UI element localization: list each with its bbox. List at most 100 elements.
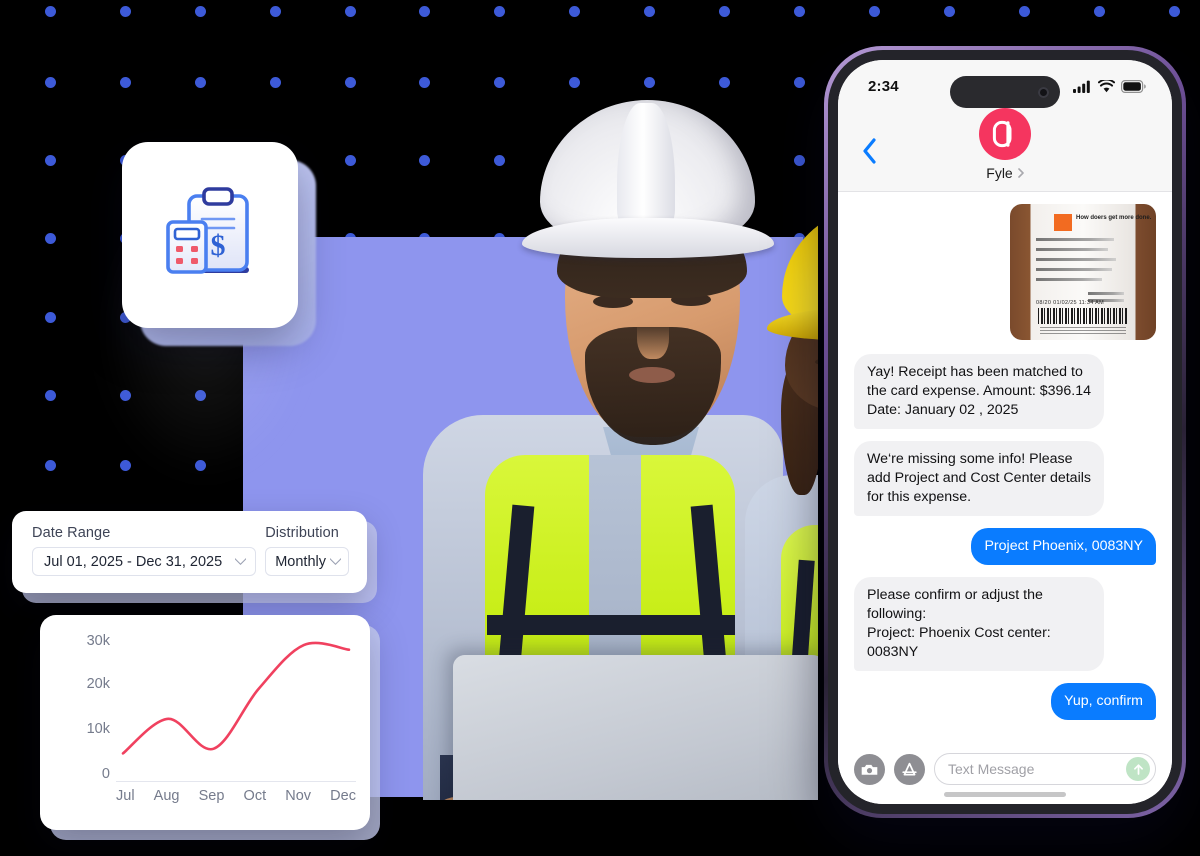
camera-icon[interactable] [854, 753, 885, 785]
worker-male-nose [637, 307, 669, 359]
background-dot [1019, 6, 1030, 17]
chart-plot-area [116, 629, 356, 781]
expense-report-calculator-icon: $ [166, 187, 249, 274]
back-chevron-icon[interactable] [862, 138, 876, 164]
chart-y-tick-label: 20k [86, 676, 110, 692]
chart-x-tick-label: Jul [116, 788, 135, 804]
send-arrow-icon[interactable] [1126, 757, 1150, 781]
cellular-signal-icon [1073, 80, 1090, 93]
chart-x-tick-label: Dec [330, 788, 356, 804]
background-dot [45, 460, 56, 471]
chart-x-tick-label: Oct [243, 788, 267, 804]
background-dot [120, 6, 131, 17]
dynamic-island [950, 76, 1060, 108]
app-store-icon[interactable] [894, 753, 925, 785]
background-dot [45, 390, 56, 401]
receipt-photo[interactable]: How doers get more done. 08/20 01/02/25 … [1010, 204, 1156, 340]
background-dot [719, 6, 730, 17]
chart-x-axis-line [116, 781, 356, 782]
background-dot [419, 6, 430, 17]
fyle-avatar[interactable] [979, 108, 1031, 160]
background-dot [45, 77, 56, 88]
background-dot [794, 6, 805, 17]
receipt-footer-text: 08/20 01/02/25 11:34 AM [1036, 300, 1104, 306]
background-dot [45, 6, 56, 17]
message-bubble-outgoing[interactable]: Project Phoenix, 0083NY [971, 528, 1161, 565]
message-row-outgoing: Project Phoenix, 0083NY [854, 528, 1161, 577]
chart-x-axis-labels: Jul Aug Sep Oct Nov Dec [116, 788, 356, 804]
home-indicator [944, 792, 1066, 797]
dollar-sign-glyph: $ [211, 229, 226, 262]
battery-icon [1121, 79, 1146, 93]
chart-y-tick-label: 30k [86, 633, 110, 649]
background-dot [1094, 6, 1105, 17]
background-dot [120, 390, 131, 401]
message-input[interactable]: Text Message [934, 753, 1156, 785]
receipt-text-line [1036, 278, 1102, 281]
distribution-group: Distribution Monthly [265, 525, 349, 576]
fyle-logo-icon [992, 120, 1012, 148]
chart-line-series [121, 641, 351, 755]
receipt-fineprint [1040, 327, 1126, 334]
message-list[interactable]: How doers get more done. 08/20 01/02/25 … [838, 192, 1172, 744]
chart-x-tick-label: Aug [153, 788, 180, 804]
receipt-barcode-icon [1038, 308, 1128, 324]
background-dot [45, 233, 56, 244]
background-dot [120, 77, 131, 88]
background-dot [270, 6, 281, 17]
filters-card: Date Range Jul 01, 2025 - Dec 31, 2025 D… [12, 511, 367, 593]
receipt-total-line [1088, 292, 1124, 295]
chart-y-tick-label: 10k [86, 721, 110, 737]
chat-header: Fyle [838, 104, 1172, 192]
background-dot [45, 312, 56, 323]
home-depot-logo-icon [1054, 214, 1072, 231]
background-dot [1169, 6, 1180, 17]
chevron-right-icon [1017, 168, 1024, 178]
background-dot [45, 155, 56, 166]
distribution-value: Monthly [275, 553, 326, 570]
message-bubble-incoming[interactable]: We‘re missing some info! Please add Proj… [849, 441, 1104, 516]
vest-strap [487, 615, 735, 635]
background-dot [869, 6, 880, 17]
expense-report-icon-card: $ [122, 142, 298, 328]
background-dot [345, 6, 356, 17]
background-dot [494, 6, 505, 17]
white-hard-hat-ridge [617, 103, 675, 233]
chart-y-axis: 30k 20k 10k 0 [50, 615, 110, 830]
receipt-text-line [1036, 258, 1116, 261]
message-bubble-incoming[interactable]: Yay! Receipt has been matched to the car… [849, 354, 1104, 429]
phone-screen: 2:34 Fyle How doers get more done. 08/20… [838, 60, 1172, 804]
front-camera-icon [1038, 86, 1049, 98]
chevron-down-icon [330, 558, 341, 565]
receipt-text-line [1036, 268, 1112, 271]
contact-row[interactable]: Fyle [986, 165, 1024, 181]
distribution-select[interactable]: Monthly [265, 547, 349, 576]
chevron-down-icon [235, 558, 246, 565]
date-range-select[interactable]: Jul 01, 2025 - Dec 31, 2025 [32, 547, 256, 576]
white-hard-hat-brim [522, 218, 774, 258]
distribution-label: Distribution [265, 525, 339, 541]
receipt-attachment-row[interactable]: How doers get more done. 08/20 01/02/25 … [854, 204, 1156, 340]
contact-name: Fyle [986, 165, 1013, 181]
hero-composition: $ Date Range Jul 01, 2025 - Dec 31, 2025… [0, 0, 1200, 856]
background-dot [569, 6, 580, 17]
laptop [453, 655, 818, 800]
send-arrow-glyph [1133, 763, 1143, 775]
camera-glyph [860, 763, 879, 776]
chart-x-tick-label: Sep [198, 788, 225, 804]
spend-trend-chart-card: 30k 20k 10k 0 Jul Aug Sep Oct Nov Dec [40, 615, 370, 830]
worker-male-mouth [629, 367, 675, 383]
message-bubble-incoming[interactable]: Please confirm or adjust the following: … [849, 577, 1104, 671]
message-bubble-outgoing[interactable]: Yup, confirm [1051, 683, 1161, 720]
chart-y-tick-label: 0 [101, 766, 110, 782]
date-range-group: Date Range Jul 01, 2025 - Dec 31, 2025 [32, 525, 256, 576]
date-range-value: Jul 01, 2025 - Dec 31, 2025 [44, 553, 223, 570]
app-store-glyph [902, 762, 917, 775]
background-dot [644, 6, 655, 17]
chart-x-tick-label: Nov [285, 788, 312, 804]
receipt-text-line [1036, 238, 1114, 241]
date-range-label: Date Range [32, 525, 111, 541]
background-dot [944, 6, 955, 17]
message-row-outgoing: Yup, confirm [854, 683, 1161, 732]
message-input-placeholder: Text Message [948, 761, 1035, 777]
